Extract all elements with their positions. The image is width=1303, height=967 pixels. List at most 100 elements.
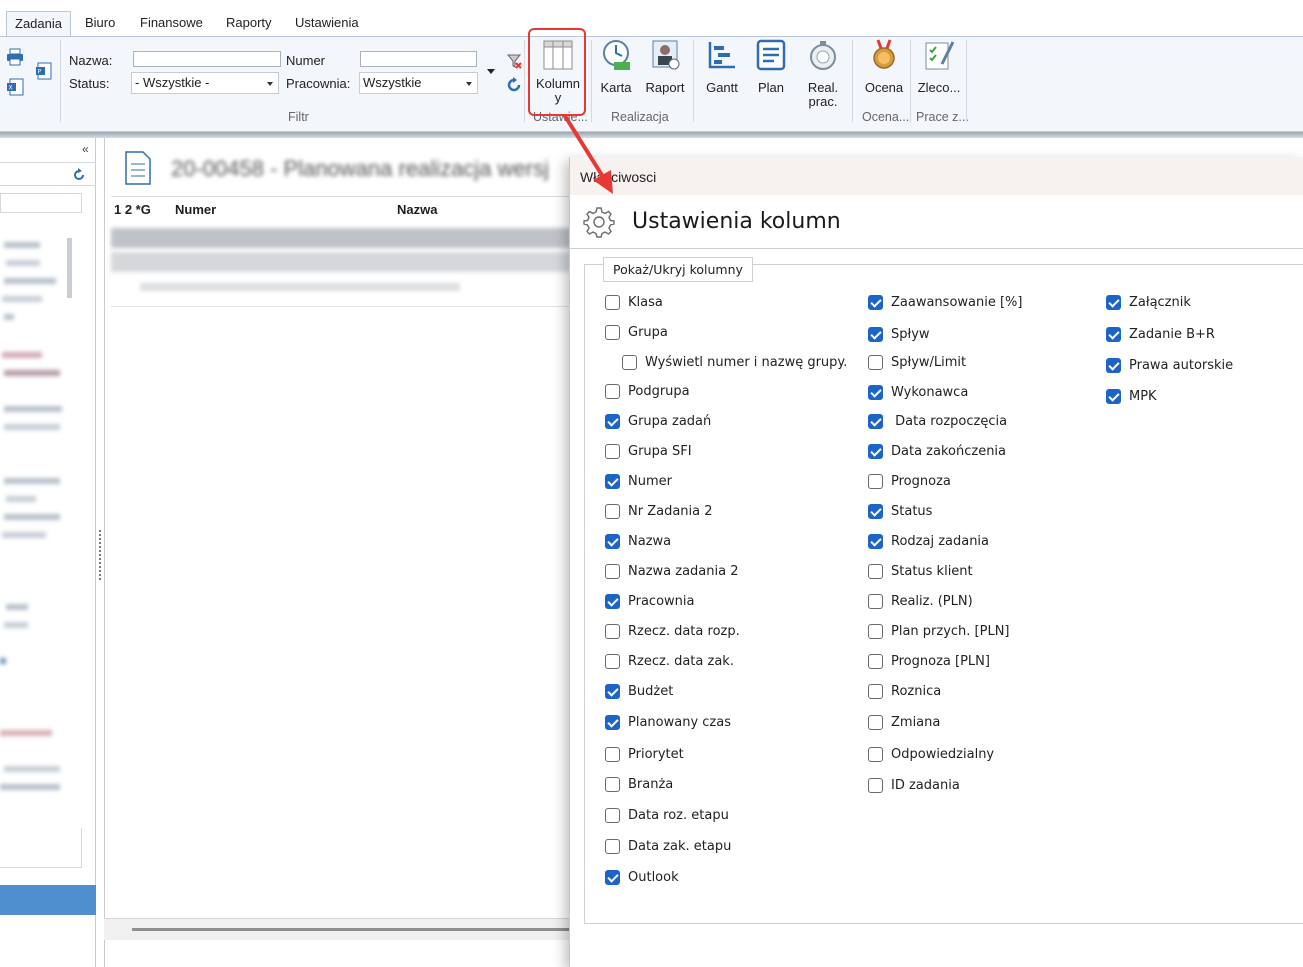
- pracownia-select[interactable]: Wszystkie: [359, 72, 478, 94]
- panel-scrollbar[interactable]: [67, 238, 72, 298]
- checkbox-checked-icon[interactable]: [605, 594, 620, 609]
- column-checkbox[interactable]: Outlook: [605, 870, 679, 885]
- table-row[interactable]: [140, 283, 460, 291]
- karta-button[interactable]: Karta: [596, 38, 636, 95]
- filter-dropdown-icon[interactable]: [487, 69, 495, 74]
- checkbox-checked-icon[interactable]: [868, 534, 883, 549]
- column-checkbox[interactable]: Rzecz. data rozp.: [605, 624, 740, 639]
- checkbox-checked-icon[interactable]: [868, 414, 883, 429]
- column-header-group[interactable]: 1 2 *G: [114, 202, 151, 217]
- checkbox-unchecked-icon[interactable]: [868, 654, 883, 669]
- column-header-numer[interactable]: Numer: [175, 202, 216, 217]
- column-checkbox[interactable]: Prognoza [PLN]: [868, 654, 990, 669]
- checkbox-unchecked-icon[interactable]: [605, 564, 620, 579]
- column-checkbox[interactable]: Roznica: [868, 684, 941, 699]
- checkbox-unchecked-icon[interactable]: [868, 747, 883, 762]
- checkbox-unchecked-icon[interactable]: [605, 624, 620, 639]
- column-checkbox[interactable]: Pracownia: [605, 594, 694, 609]
- checkbox-checked-icon[interactable]: [868, 295, 883, 310]
- gantt-button[interactable]: Gantt: [702, 38, 742, 95]
- column-checkbox[interactable]: Data rozpoczęcia: [868, 414, 1007, 429]
- horizontal-scrollbar[interactable]: [104, 918, 574, 940]
- checkbox-unchecked-icon[interactable]: [868, 355, 883, 370]
- table-row[interactable]: [111, 228, 571, 248]
- panel-selected-section[interactable]: [0, 885, 96, 915]
- column-checkbox[interactable]: Podgrupa: [605, 384, 690, 399]
- checkbox-unchecked-icon[interactable]: [605, 444, 620, 459]
- checkbox-checked-icon[interactable]: [605, 870, 620, 885]
- checkbox-unchecked-icon[interactable]: [868, 624, 883, 639]
- checkbox-checked-icon[interactable]: [1106, 295, 1121, 310]
- column-checkbox[interactable]: Nr Zadania 2: [605, 504, 713, 519]
- column-checkbox[interactable]: Grupa: [605, 325, 668, 340]
- column-checkbox[interactable]: Data zakończenia: [868, 444, 1006, 459]
- column-checkbox[interactable]: Grupa SFI: [605, 444, 692, 459]
- checkbox-checked-icon[interactable]: [605, 474, 620, 489]
- splitter-handle[interactable]: [99, 530, 102, 580]
- checkbox-unchecked-icon[interactable]: [622, 355, 637, 370]
- checkbox-checked-icon[interactable]: [868, 385, 883, 400]
- column-checkbox[interactable]: Plan przych. [PLN]: [868, 624, 1010, 639]
- tab-raporty[interactable]: Raporty: [218, 11, 280, 36]
- column-checkbox[interactable]: Zaawansowanie [%]: [868, 295, 1022, 310]
- checkbox-unchecked-icon[interactable]: [605, 295, 620, 310]
- zlecenia-button[interactable]: Zleco...: [917, 38, 961, 95]
- checkbox-checked-icon[interactable]: [868, 504, 883, 519]
- column-header-nazwa[interactable]: Nazwa: [397, 202, 437, 217]
- column-checkbox[interactable]: Klasa: [605, 295, 663, 310]
- column-checkbox[interactable]: Odpowiedzialny: [868, 747, 994, 762]
- column-checkbox[interactable]: Spływ: [868, 327, 930, 342]
- column-checkbox[interactable]: Prawa autorskie: [1106, 358, 1233, 373]
- checkbox-checked-icon[interactable]: [605, 534, 620, 549]
- checkbox-checked-icon[interactable]: [605, 715, 620, 730]
- checkbox-unchecked-icon[interactable]: [868, 715, 883, 730]
- column-checkbox[interactable]: Realiz. (PLN): [868, 594, 973, 609]
- column-checkbox[interactable]: MPK: [1106, 389, 1157, 404]
- refresh-icon[interactable]: [505, 76, 523, 94]
- column-checkbox[interactable]: Priorytet: [605, 747, 684, 762]
- checkbox-checked-icon[interactable]: [1106, 327, 1121, 342]
- column-checkbox[interactable]: Załącznik: [1106, 295, 1191, 310]
- export-pdf-icon[interactable]: P: [35, 62, 53, 80]
- plan-button[interactable]: Plan: [752, 38, 790, 95]
- column-checkbox[interactable]: Nazwa: [605, 534, 671, 549]
- tab-biuro[interactable]: Biuro: [77, 11, 123, 36]
- tab-ustawienia[interactable]: Ustawienia: [287, 11, 367, 36]
- checkbox-unchecked-icon[interactable]: [605, 654, 620, 669]
- tab-zadania[interactable]: Zadania: [6, 11, 71, 36]
- checkbox-unchecked-icon[interactable]: [868, 778, 883, 793]
- column-checkbox[interactable]: Data zak. etapu: [605, 839, 731, 854]
- checkbox-checked-icon[interactable]: [868, 444, 883, 459]
- numer-input[interactable]: [360, 51, 477, 67]
- table-row[interactable]: [111, 252, 571, 272]
- column-checkbox[interactable]: Zadanie B+R: [1106, 327, 1215, 342]
- column-checkbox[interactable]: ID zadania: [868, 778, 960, 793]
- status-select[interactable]: - Wszystkie -: [131, 72, 279, 94]
- checkbox-unchecked-icon[interactable]: [605, 777, 620, 792]
- checkbox-unchecked-icon[interactable]: [868, 594, 883, 609]
- checkbox-unchecked-icon[interactable]: [605, 808, 620, 823]
- checkbox-checked-icon[interactable]: [868, 327, 883, 342]
- column-checkbox[interactable]: Prognoza: [868, 474, 951, 489]
- checkbox-checked-icon[interactable]: [1106, 389, 1121, 404]
- checkbox-unchecked-icon[interactable]: [605, 839, 620, 854]
- checkbox-unchecked-icon[interactable]: [868, 684, 883, 699]
- checkbox-checked-icon[interactable]: [605, 684, 620, 699]
- column-checkbox[interactable]: Rodzaj zadania: [868, 534, 989, 549]
- ocena-button[interactable]: Ocena: [862, 38, 906, 95]
- column-checkbox[interactable]: Numer: [605, 474, 672, 489]
- raport-button[interactable]: Raport: [643, 38, 687, 95]
- export-excel-icon[interactable]: X: [6, 78, 24, 96]
- column-checkbox[interactable]: Budżet: [605, 684, 673, 699]
- panel-search-box[interactable]: [0, 193, 82, 213]
- checkbox-unchecked-icon[interactable]: [605, 325, 620, 340]
- checkbox-checked-icon[interactable]: [605, 414, 620, 429]
- dialog-titlebar[interactable]: Właściwosci: [570, 157, 1303, 195]
- column-checkbox[interactable]: Planowany czas: [605, 715, 731, 730]
- print-icon[interactable]: [6, 48, 24, 66]
- nazwa-input[interactable]: [133, 51, 281, 67]
- column-checkbox[interactable]: Data roz. etapu: [605, 808, 729, 823]
- column-checkbox[interactable]: Spływ/Limit: [868, 355, 966, 370]
- column-checkbox[interactable]: Status klient: [868, 564, 973, 579]
- real-prac-button[interactable]: Real. prac.: [802, 38, 844, 109]
